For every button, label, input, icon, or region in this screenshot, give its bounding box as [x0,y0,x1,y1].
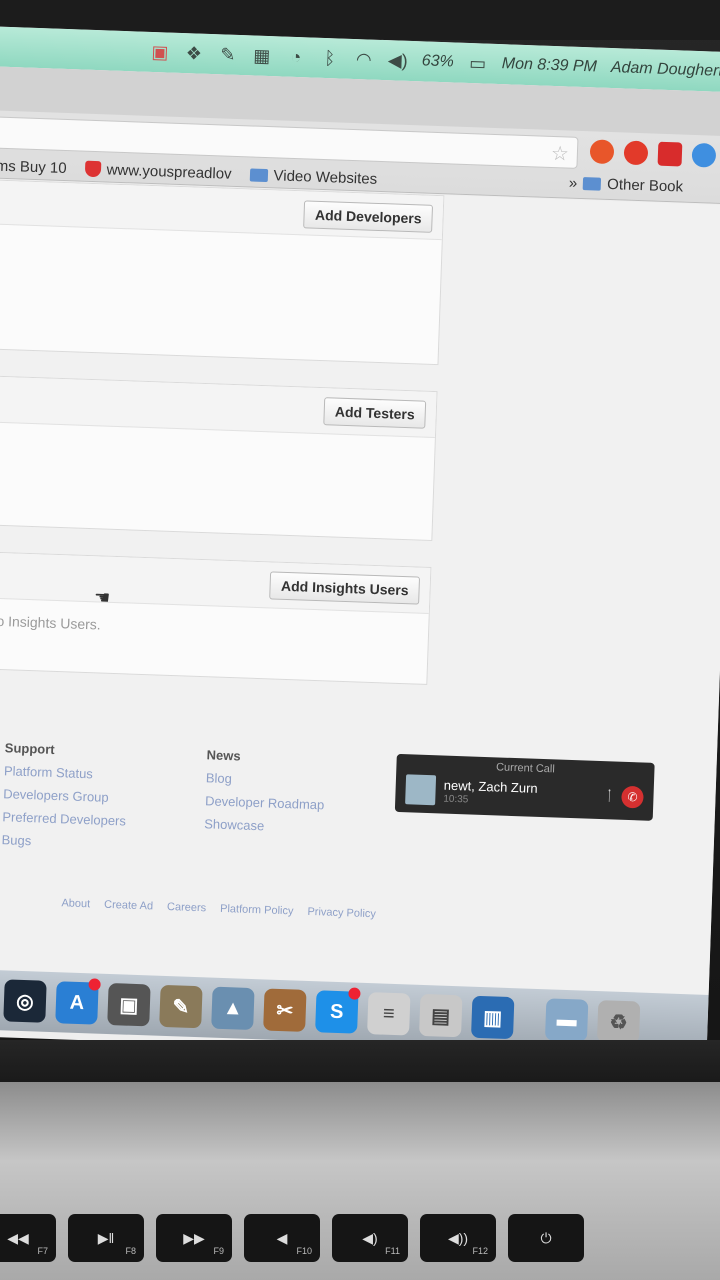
developers-panel: Add Developers [0,178,445,366]
menubar-user[interactable]: Adam Dougherty [611,59,720,81]
play-pause-key[interactable]: ▶‖ F8 [68,1214,144,1262]
fast-forward-key[interactable]: ▶▶ F9 [156,1214,232,1262]
footer-link[interactable]: Showcase [204,816,324,835]
battery-percent: 63% [421,52,455,71]
key-glyph: ◀ [276,1229,288,1246]
wifi-icon[interactable]: ◠ [353,49,374,70]
footer-link[interactable]: Careers [167,901,207,914]
footer-link[interactable]: About [61,897,90,910]
photo-booth-icon[interactable]: ▣ [107,983,151,1027]
hand-cursor-icon: ☚ [93,587,111,608]
call-duration: 10:35 [443,793,469,806]
preview-icon[interactable]: ✎ [159,984,203,1029]
bookmark-star-icon[interactable]: ☆ [551,141,570,167]
textedit-icon[interactable]: ≡ [367,992,411,1036]
power-key[interactable]: ⏻ [508,1214,584,1262]
bookmark-item[interactable]: www.youspreadlov [84,160,232,182]
panel-header: Add Testers [0,375,437,439]
bookmark-item[interactable]: bums Buy 10 [0,156,67,176]
mute-key[interactable]: ◀ F10 [244,1214,320,1262]
page-content: Add Developers Add Testers Add Insights … [0,178,720,995]
testers-panel: Add Testers [0,374,438,542]
add-developers-button[interactable]: Add Developers [303,200,434,233]
extension-orange-icon[interactable] [589,139,615,165]
key-glyph: ▶‖ [97,1229,115,1246]
key-label: F7 [37,1246,48,1256]
notification-badge [88,978,101,991]
bookmark-folder[interactable]: Video Websites [249,166,377,187]
volume-up-key[interactable]: ◀)) F12 [420,1214,496,1262]
bookmark-label: bums Buy 10 [0,156,67,177]
grab-icon[interactable]: ✂ [263,988,307,1032]
footer-heading: News [206,747,241,764]
stickies-icon[interactable]: ▤ [419,993,463,1038]
photo-scene: ▣ ❖ ✎ ▦ ◔ ᛒ ◠ ◀) 63% ▭ Mon 8:39 PM Adam … [0,0,720,1280]
footer-link[interactable]: Platform Status [4,763,128,782]
avatar [405,774,437,806]
extension-red-icon[interactable] [623,140,649,166]
extension-badge-icon[interactable] [657,141,683,167]
dropbox-icon[interactable]: ❖ [184,43,205,64]
calendar-icon[interactable]: ▦ [252,45,273,66]
footer-link[interactable]: Bugs [1,832,125,851]
bookmark-label: www.youspreadlov [106,160,232,183]
end-call-icon[interactable]: ✆ [621,785,644,809]
key-label: F10 [296,1246,312,1256]
key-glyph: ◀) [362,1229,378,1246]
folder-icon [249,167,268,182]
key-label: F12 [472,1246,488,1256]
footer-link[interactable]: Create Ad [104,899,153,913]
footer-link[interactable]: Blog [206,770,326,789]
footer-link[interactable]: Privacy Policy [307,906,376,920]
footer-link[interactable]: Preferred Developers [2,809,126,828]
notification-badge [348,987,361,1000]
footer-bottom-links: About Create Ad Careers Platform Policy … [61,897,376,920]
dashboard-icon[interactable]: ▥ [470,995,515,1040]
key-glyph: ◀◀ [7,1229,29,1246]
add-testers-button[interactable]: Add Testers [323,397,427,429]
menubar-clock[interactable]: Mon 8:39 PM [501,55,597,76]
bluetooth-icon[interactable]: ᛒ [319,47,340,69]
extension-icons [589,139,717,168]
skype-icon[interactable]: S [315,987,361,1034]
evernote-icon[interactable]: ✎ [218,44,239,65]
time-machine-icon[interactable]: ◔ [286,46,307,68]
footer-link[interactable]: Platform Policy [220,903,294,918]
function-key-row: ◀◀ F7 ▶‖ F8 ▶▶ F9 ◀ F10 ◀) F11 ◀)) F12 ⏻ [0,1214,584,1262]
footer-link[interactable]: Developer Roadmap [205,793,325,812]
laptop-screen: ▣ ❖ ✎ ▦ ◔ ᛒ ◠ ◀) 63% ▭ Mon 8:39 PM Adam … [0,26,720,1062]
extension-cloud-icon[interactable] [691,142,717,168]
insights-panel: Add Insights Users has no Insights Users… [0,550,432,685]
app-red-icon[interactable]: ▣ [150,41,171,63]
folder-icon[interactable]: ▬ [544,998,589,1042]
volume-icon[interactable]: ◀) [387,50,409,71]
key-label: F8 [125,1246,136,1256]
key-label: F11 [385,1246,400,1256]
iphoto-icon[interactable]: ▲ [211,986,255,1031]
volume-down-key[interactable]: ◀) F11 [332,1214,408,1262]
footer-column-support: Support Platform Status Developers Group… [1,740,129,859]
trash-icon[interactable]: ♻ [596,1000,641,1044]
footer-link[interactable]: Developers Group [3,786,127,805]
footer-heading: Support [4,740,55,757]
add-insights-users-button[interactable]: Add Insights Users [269,571,421,605]
key-label: F9 [213,1246,224,1256]
key-glyph: ◀)) [447,1229,469,1246]
shield-icon [84,160,101,178]
bookmark-label: Video Websites [273,166,378,188]
key-glyph: ⏻ [540,1229,552,1246]
footer-column-news: News Blog Developer Roadmap Showcase [204,747,326,843]
other-bookmarks-label: Other Book [606,175,684,196]
current-call-notification[interactable]: Current Call newt, Zach Zurn 10:35 ᛙ ✆ [394,753,655,821]
folder-icon [582,177,602,191]
key-glyph: ▶▶ [183,1229,205,1246]
steam-icon[interactable]: ◎ [3,979,47,1023]
rewind-key[interactable]: ◀◀ F7 [0,1214,56,1262]
mute-icon[interactable]: ᛙ [605,787,614,803]
app-store-icon[interactable]: A [55,978,101,1025]
battery-icon[interactable]: ▭ [467,53,488,74]
overflow-chevron-icon[interactable]: » [569,175,578,192]
